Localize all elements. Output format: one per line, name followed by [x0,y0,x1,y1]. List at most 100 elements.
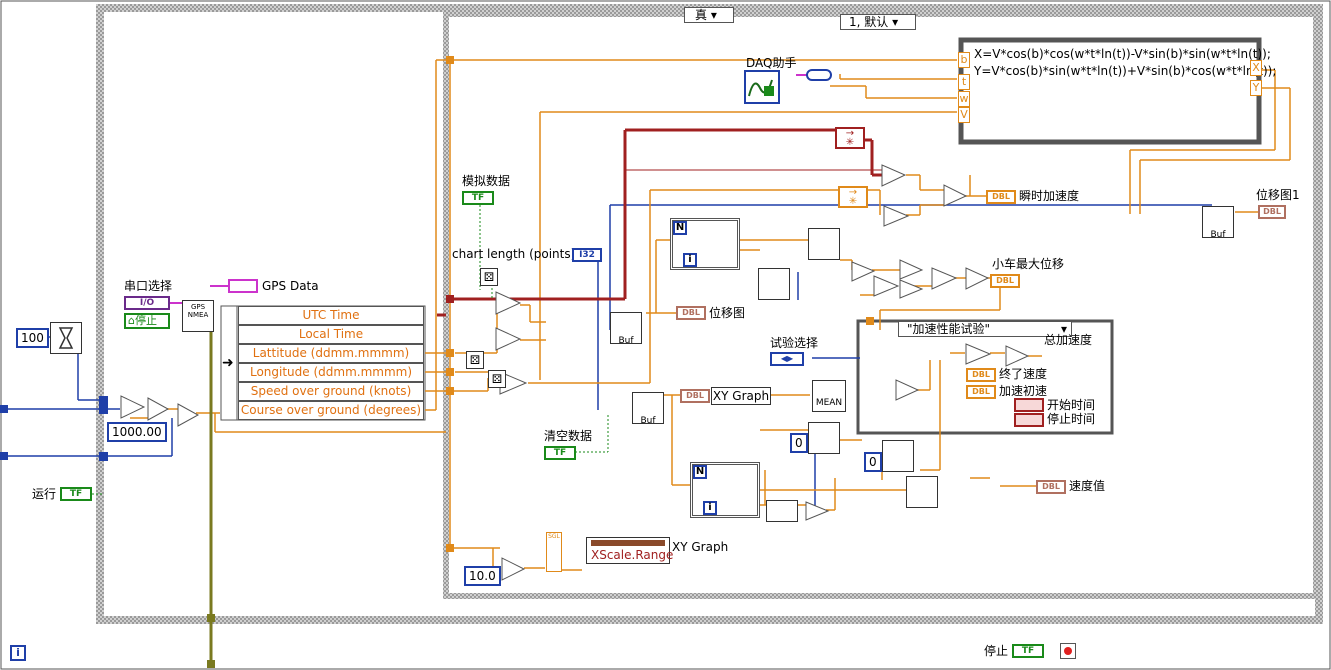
constant-100[interactable]: 100 [16,328,49,348]
test-select-terminal[interactable]: ◀▶ [770,352,804,366]
xy-graph-label: XY Graph [672,540,729,554]
clear-data-boolean[interactable]: TF [544,446,576,460]
stop-label: 停止 [984,644,1009,658]
for-loop-2[interactable]: N i [690,462,760,518]
run-label: 运行 [32,487,57,501]
chart-buffer-3-icon[interactable]: Buf [1202,206,1234,240]
chart-length-label: chart length (points) [452,247,576,261]
gps-field-lat[interactable]: Lattitude (ddmm.mmmm) [238,344,424,363]
add-node [177,403,200,427]
run-boolean[interactable]: TF [60,487,92,501]
max-disp-terminal[interactable]: DBL [990,274,1020,288]
init-speed-terminal[interactable]: DBL [966,385,996,399]
final-speed-terminal[interactable]: DBL [966,368,996,382]
array-index-icon[interactable] [766,500,798,522]
formula-output-x[interactable]: X [1250,60,1262,76]
disp-graph-terminal[interactable]: DBL [676,306,706,320]
stop-time-terminal[interactable] [1014,413,1044,427]
array-subset-icon-2[interactable] [882,440,914,472]
gps-field-utc[interactable]: UTC Time [238,306,424,325]
speed-value-label: 速度值 [1069,479,1106,493]
for-loop-1[interactable]: N i [670,218,740,270]
build-waveform-icon[interactable]: → ✳ [835,127,865,149]
dice-icon-1[interactable]: ⚄ [480,268,498,286]
xscale-property-label: XScale.Range [591,548,674,562]
xscale-property-node[interactable]: XScale.Range [586,537,674,564]
init-speed-label: 加速初速 [999,384,1048,398]
constant-1000[interactable]: 1000.00 [107,422,167,442]
case-selector-default-label: 1, 默认 [849,15,889,29]
start-time-label: 开始时间 [1047,398,1096,412]
divide-node [147,397,170,421]
speed-value-terminal[interactable]: DBL [1036,480,1066,494]
bundle-node[interactable]: SGL [546,532,562,572]
gps-data-indicator[interactable] [228,279,258,293]
disp-graph1-terminal[interactable]: DBL [1258,205,1286,219]
gps-field-lon[interactable]: Longitude (ddmm.mmmm) [238,363,424,382]
sim-data-label: 模拟数据 [462,174,511,188]
inst-accel-label: 瞬时加速度 [1019,189,1080,203]
case-selector-default[interactable]: 1, 默认 ▾ [840,14,916,30]
formula-line-1: X=V*cos(b)*cos(w*t*ln(t))-V*sin(b)*sin(w… [974,47,1271,61]
chart-buffer-1-icon[interactable]: Buf [610,312,642,346]
stop-boolean[interactable]: TF [1012,644,1044,658]
array-subset-icon-3[interactable] [808,228,840,260]
stop-enum-terminal[interactable]: ⌂停止 [124,313,170,329]
dynamic-data-terminal[interactable] [806,69,832,81]
case-selector-true[interactable]: 真 ▾ [684,7,734,23]
xy-graph-terminal[interactable]: DBL [680,389,710,403]
iteration-terminal[interactable]: i [10,645,26,661]
case-selector-true-label: 真 [695,8,708,22]
formula-output-y[interactable]: Y [1250,80,1262,96]
stop-enum-text: 停止 [134,314,157,327]
chart-buffer-2-icon[interactable]: Buf [632,392,664,426]
for-loop-2-index: i [703,501,717,515]
sim-data-boolean[interactable]: TF [462,191,494,205]
dice-icon-3[interactable]: ⚄ [488,370,506,388]
formula-line-2: Y=V*cos(b)*sin(w*t*ln(t))+V*sin(b)*cos(w… [974,64,1277,78]
inst-accel-terminal[interactable]: DBL [986,190,1016,204]
serial-port-terminal[interactable]: I/O [124,296,170,310]
gps-field-course[interactable]: Course over ground (degrees) [238,401,424,420]
serial-select-label: 串口选择 [124,279,173,293]
subtract-node [120,395,146,419]
test-select-label: 试验选择 [770,336,819,350]
formula-input-b[interactable]: b [958,52,970,68]
for-loop-1-count: N [673,221,687,235]
wait-ms-icon[interactable] [50,322,82,354]
disp-graph-label: 位移图 [709,306,746,320]
inner-case-selector-label: "加速性能试验" [907,322,991,336]
gps-field-local[interactable]: Local Time [238,325,424,344]
stop-time-label: 停止时间 [1047,412,1096,426]
clear-data-label: 清空数据 [544,429,593,443]
chart-length-terminal[interactable]: I32 [572,248,602,262]
array-subset-icon-4[interactable] [758,268,790,300]
daq-label: DAQ助手 [746,56,797,70]
mean-function-icon[interactable]: MEAN [812,380,846,412]
unbundle-arrow-icon: ➜ [222,355,234,371]
constant-10[interactable]: 10.0 [464,566,501,586]
loop-stop-condition[interactable] [1060,643,1076,659]
array-subset-icon-1[interactable] [808,422,840,454]
final-speed-label: 终了速度 [999,367,1048,381]
block-diagram: 真 ▾ 1, 默认 ▾ "加速性能试验" ▾ X=V*cos(b)*cos(w*t… [0,0,1331,670]
constant-zero-a[interactable]: 0 [790,433,808,453]
array-subset-icon-5[interactable] [906,476,938,508]
gps-nmea-icon[interactable]: GPS NMEA [182,300,214,332]
gps-field-speed[interactable]: Speed over ground (knots) [238,382,424,401]
start-time-terminal[interactable] [1014,398,1044,412]
wire-layer [0,0,1331,670]
disp-graph1-label: 位移图1 [1256,188,1300,202]
formula-input-v[interactable]: V [958,107,970,123]
for-loop-1-index: i [683,253,697,267]
formula-input-t[interactable]: t [958,74,970,90]
for-loop-2-count: N [693,465,707,479]
xy-graph-property-node[interactable]: XY Graph [711,387,771,405]
formula-input-w[interactable]: w [958,91,970,107]
dice-icon-2[interactable]: ⚄ [466,351,484,369]
avg-accel-label: 总加速度 [1044,333,1093,347]
constant-zero-b[interactable]: 0 [864,452,882,472]
daq-assistant-icon[interactable] [744,70,780,104]
build-array-icon[interactable]: → ✳ [838,186,868,208]
gps-data-label: GPS Data [262,279,319,293]
